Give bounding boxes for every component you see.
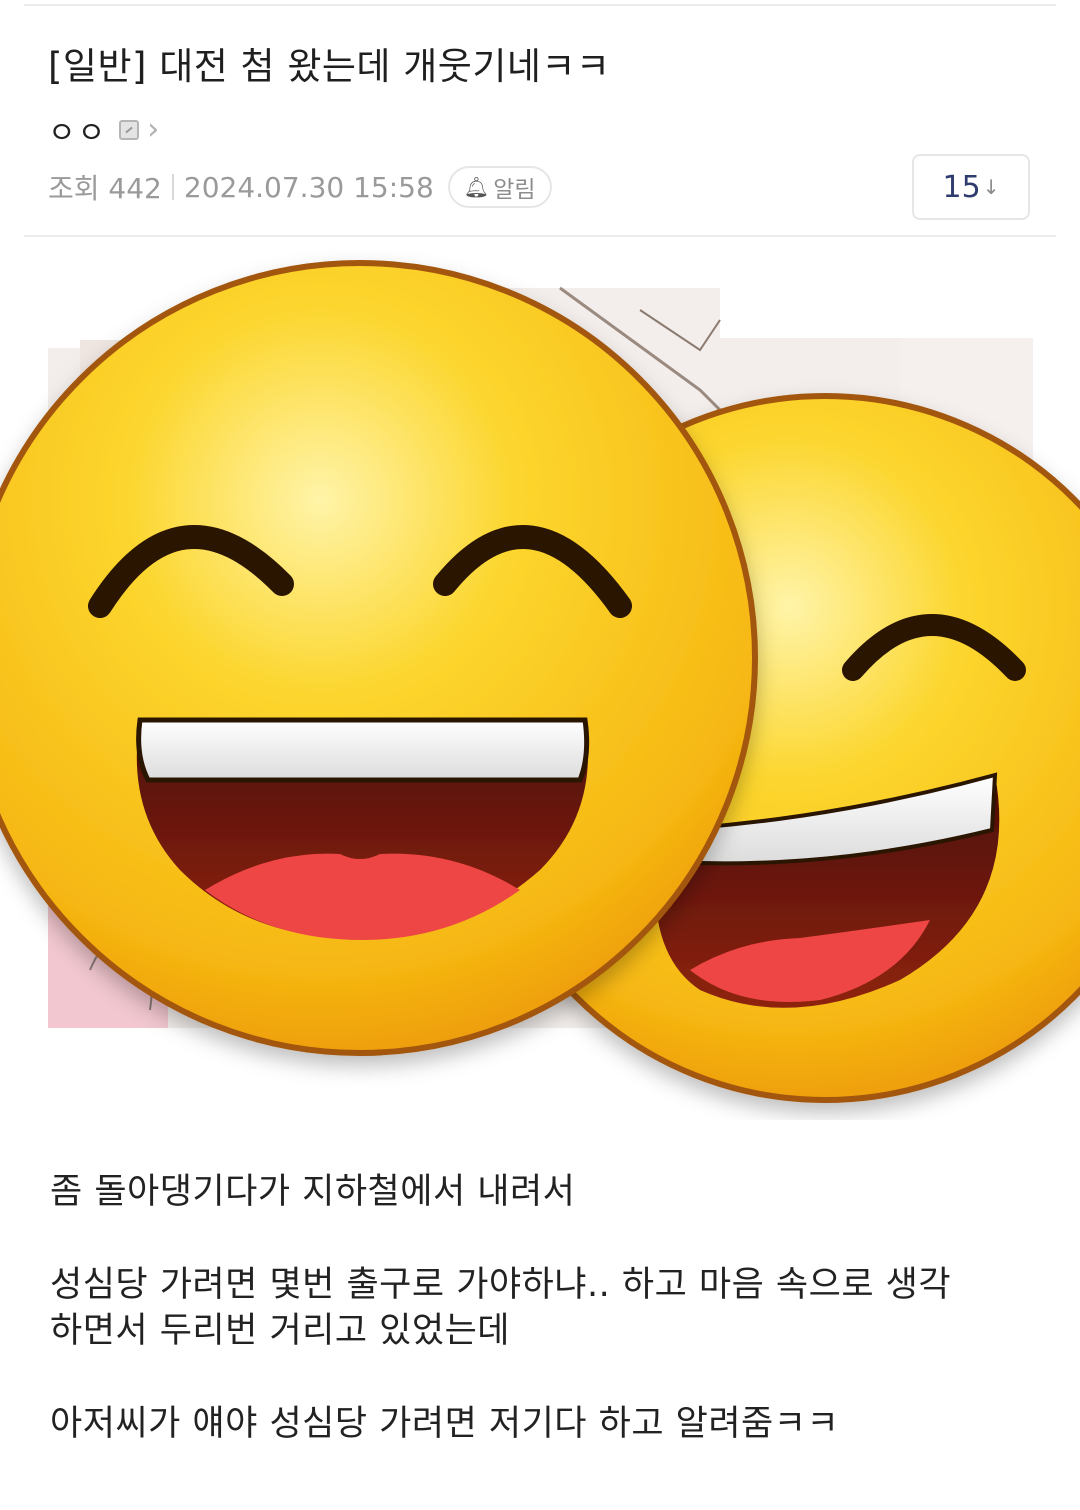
comment-count-button[interactable]: 15 ↓ <box>912 154 1030 220</box>
content-line-1: 좀 돌아댕기다가 지하철에서 내려서 <box>50 1172 576 1212</box>
top-divider <box>24 4 1056 6</box>
author-row[interactable]: ㅇㅇ › <box>48 108 159 152</box>
content-line-3: 하면서 두리번 거리고 있었는데 <box>50 1311 510 1351</box>
emoji-image <box>0 260 1080 1103</box>
alarm-button[interactable]: 🔔︎ 알림 <box>447 166 552 208</box>
comment-count: 15 <box>942 169 981 205</box>
post-title: [일반] 대전 첨 왔는데 개웃기네ㅋㅋ <box>48 45 611 88</box>
level-badge-icon <box>119 120 140 140</box>
chevron-right-icon[interactable]: › <box>147 115 159 145</box>
smiley-emoji-front <box>0 260 758 1056</box>
arrow-down-icon: ↓ <box>982 175 1000 199</box>
header-divider <box>24 235 1056 237</box>
content-line-4: 아저씨가 얘야 성심당 가려면 저기다 하고 알려줌ㅋㅋ <box>50 1404 840 1444</box>
bell-icon: 🔔︎ <box>463 175 490 199</box>
content-line-2: 성심당 가려면 몇번 출구로 가야하냐.. 하고 마음 속으로 생각 <box>50 1265 952 1305</box>
post-meta: 조회 442 2024.07.30 15:58 🔔︎ 알림 <box>48 165 552 209</box>
post-datetime: 2024.07.30 15:58 <box>183 170 434 204</box>
view-count: 조회 442 <box>48 172 162 205</box>
author-name[interactable]: ㅇㅇ <box>48 108 107 152</box>
meta-separator <box>171 174 174 200</box>
post-image <box>0 250 1080 1120</box>
alarm-label: 알림 <box>493 177 536 203</box>
